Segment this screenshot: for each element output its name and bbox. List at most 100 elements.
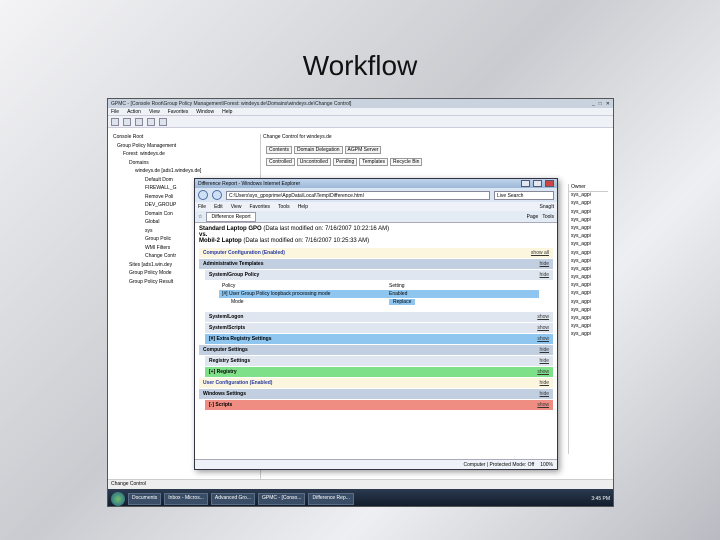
forward-icon[interactable]	[123, 117, 131, 126]
gpo2-meta: (Data last modified on: 7/16/2007 10:25:…	[243, 238, 370, 244]
list-item[interactable]: sys_agpi	[569, 241, 608, 249]
show-link[interactable]: show	[537, 314, 549, 320]
show-link[interactable]: show	[537, 402, 549, 408]
list-item[interactable]: sys_agpi	[569, 250, 608, 258]
menu-favorites[interactable]: Favorites	[168, 109, 189, 115]
hide-link[interactable]: hide	[540, 380, 549, 386]
start-orb-icon[interactable]	[111, 491, 125, 506]
search-input[interactable]: Live Search	[494, 190, 554, 200]
show-link[interactable]: show	[537, 336, 549, 342]
taskbar-item[interactable]: GPMC - [Conso...	[258, 492, 306, 505]
ie-close-icon[interactable]	[545, 180, 554, 187]
show-all-link[interactable]: show all	[531, 250, 549, 256]
hide-link[interactable]: hide	[540, 347, 549, 353]
menu-action[interactable]: Action	[127, 109, 141, 115]
list-item[interactable]: sys_agpi	[569, 315, 608, 323]
taskbar-item[interactable]: Inbox - Micros...	[164, 492, 208, 505]
tab-difference-report[interactable]: Difference Report	[206, 211, 256, 222]
list-item[interactable]: sys_agpi	[569, 299, 608, 307]
taskbar-item[interactable]: Documents	[128, 492, 162, 505]
menu-window[interactable]: Window	[196, 109, 214, 115]
list-item[interactable]: sys_agpi	[569, 266, 608, 274]
maximize-icon[interactable]: □	[599, 101, 602, 107]
tree-item[interactable]: Domains	[111, 160, 260, 169]
hide-link[interactable]: hide	[540, 272, 549, 278]
ie-menu-help[interactable]: Help	[298, 204, 308, 210]
tab-controlled[interactable]: Controlled	[266, 158, 295, 166]
close-icon[interactable]: ✕	[606, 101, 610, 107]
policy-table: Policy Setting [#] User Group Policy loo…	[219, 282, 539, 306]
ie-minimize-icon[interactable]	[521, 180, 530, 187]
gpo2-name: Mobil-2 Laptop	[199, 238, 242, 244]
list-item[interactable]: sys_agpi	[569, 217, 608, 225]
tab-contents[interactable]: Contents	[266, 146, 293, 154]
registry-settings-label: Registry Settings	[209, 358, 251, 364]
hide-link[interactable]: hide	[540, 391, 549, 397]
help-icon[interactable]	[159, 117, 167, 126]
tab-pending[interactable]: Pending	[332, 158, 358, 166]
tab-domain-delegation[interactable]: Domain Delegation	[294, 146, 343, 154]
ie-menu-favorites[interactable]: Favorites	[249, 204, 270, 210]
ie-menu-view[interactable]: View	[231, 204, 242, 210]
list-item[interactable]: sys_agpi	[569, 307, 608, 315]
taskbar-item[interactable]: Advanced Gro...	[210, 492, 256, 505]
list-item[interactable]: sys_agpi	[569, 331, 608, 339]
page-menu[interactable]: Page	[527, 214, 539, 220]
ie-menu-file[interactable]: File	[198, 204, 206, 210]
tree-item[interactable]: windeys.de [ads1.windeys.de]	[111, 168, 260, 177]
taskbar: Documents Inbox - Micros... Advanced Gro…	[108, 489, 613, 506]
table-row[interactable]: [#] User Group Policy loopback processin…	[219, 290, 539, 298]
ie-back-icon[interactable]	[198, 190, 208, 200]
tab-recycle-bin[interactable]: Recycle Bin	[390, 158, 423, 166]
scripts-removed-row: [-] Scripts show	[205, 400, 553, 410]
list-item[interactable]: sys_agpi	[569, 233, 608, 241]
snagit-button[interactable]: SnagIt	[540, 204, 554, 210]
hide-link[interactable]: hide	[540, 261, 549, 267]
policy-name: [#] User Group Policy loopback processin…	[222, 291, 331, 297]
menu-help[interactable]: Help	[222, 109, 232, 115]
minimize-icon[interactable]: _	[592, 101, 595, 107]
up-icon[interactable]	[135, 117, 143, 126]
table-header: Policy Setting	[219, 282, 539, 290]
ie-menu-edit[interactable]: Edit	[214, 204, 223, 210]
windows-settings-row: Windows Settings hide	[199, 389, 553, 399]
list-item[interactable]: sys_agpi	[569, 192, 608, 200]
sub-tabs: Controlled Uncontrolled Pending Template…	[266, 158, 605, 166]
ie-maximize-icon[interactable]	[533, 180, 542, 187]
list-item[interactable]: sys_agpi	[569, 290, 608, 298]
favorites-star-icon[interactable]: ☆	[198, 214, 202, 220]
gpo1-meta: (Data last modified on: 7/16/2007 10:22:…	[263, 226, 390, 232]
list-item[interactable]: sys_agpi	[569, 258, 608, 266]
tree-item[interactable]: Group Policy Management	[111, 143, 260, 152]
list-item[interactable]: sys_agpi	[569, 225, 608, 233]
zoom-level[interactable]: 100%	[540, 462, 553, 468]
tab-agpm-server[interactable]: AGPM Server	[344, 146, 382, 154]
taskbar-item[interactable]: Difference Rep...	[308, 492, 354, 505]
address-input[interactable]: C:\Users\sys_gpoprime\AppData\Local\Temp…	[226, 190, 490, 200]
tab-uncontrolled[interactable]: Uncontrolled	[296, 158, 331, 166]
show-link[interactable]: show	[537, 369, 549, 375]
clock: 3:45 PM	[591, 495, 610, 502]
menu-view[interactable]: View	[149, 109, 160, 115]
tools-menu[interactable]: Tools	[542, 214, 554, 220]
refresh-icon[interactable]	[147, 117, 155, 126]
system-scripts-label: System/Scripts	[209, 325, 246, 331]
owner-header[interactable]: Owner	[569, 184, 608, 193]
ie-status-bar: Computer | Protected Mode: Off 100%	[195, 459, 557, 469]
menu-file[interactable]: File	[111, 109, 119, 115]
list-item[interactable]: sys_agpi	[569, 323, 608, 331]
computer-settings-label: Computer Settings	[203, 347, 248, 353]
tree-item[interactable]: Console Root	[111, 134, 260, 143]
hide-link[interactable]: hide	[540, 358, 549, 364]
tab-templates[interactable]: Templates	[359, 158, 389, 166]
back-icon[interactable]	[111, 117, 119, 126]
pane-tabs: Contents Domain Delegation AGPM Server	[266, 146, 605, 154]
list-item[interactable]: sys_agpi	[569, 200, 608, 208]
show-link[interactable]: show	[537, 325, 549, 331]
ie-forward-icon[interactable]	[212, 190, 222, 200]
ie-menu-tools[interactable]: Tools	[278, 204, 290, 210]
list-item[interactable]: sys_agpi	[569, 282, 608, 290]
list-item[interactable]: sys_agpi	[569, 209, 608, 217]
list-item[interactable]: sys_agpi	[569, 274, 608, 282]
tree-item[interactable]: Forest: windeys.de	[111, 151, 260, 160]
